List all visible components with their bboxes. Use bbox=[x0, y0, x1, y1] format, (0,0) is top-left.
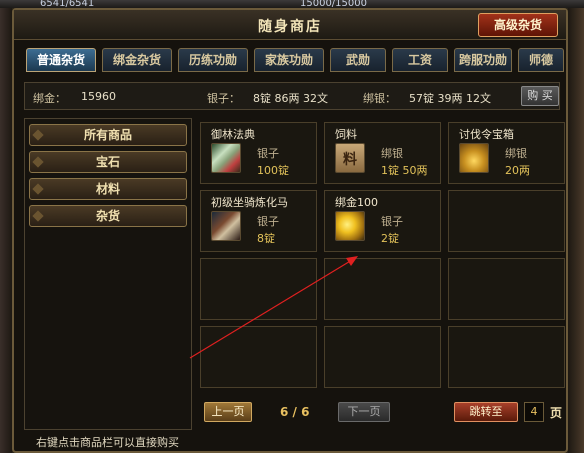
game-top-bar: 6541/6541 15000/15000 bbox=[0, 0, 584, 9]
currency-bar: 绑金： 15960 银子： 8锭 86两 32文 绑银： 57锭 39两 12文… bbox=[24, 82, 560, 110]
game-backdrop-right bbox=[568, 8, 584, 453]
item-currency: 绑银 bbox=[505, 147, 527, 160]
game-backdrop-left bbox=[0, 8, 12, 453]
item-name: 讨伐令宝箱 bbox=[459, 128, 514, 141]
buy-button[interactable]: 购 买 bbox=[521, 86, 559, 106]
tab-mentor-virtue[interactable]: 师德 bbox=[518, 48, 564, 72]
empty-slot[interactable] bbox=[200, 326, 317, 388]
empty-slot[interactable] bbox=[448, 326, 565, 388]
item-currency: 绑银 bbox=[381, 147, 403, 160]
treasure-chest-icon bbox=[459, 143, 489, 173]
item-currency: 银子 bbox=[257, 147, 279, 160]
feed-icon-glyph: 料 bbox=[343, 152, 357, 168]
tab-cross-server-merit[interactable]: 跨服功勋 bbox=[454, 48, 512, 72]
advanced-shop-button[interactable]: 高级杂货 bbox=[478, 13, 558, 37]
item-slot-feed[interactable]: 饲料 料 绑银 1锭 50两 bbox=[324, 122, 441, 184]
item-name: 饲料 bbox=[335, 128, 357, 141]
category-misc[interactable]: 杂货 bbox=[29, 205, 187, 227]
category-gems[interactable]: 宝石 bbox=[29, 151, 187, 173]
tab-general-goods[interactable]: 普通杂货 bbox=[26, 48, 96, 72]
jump-to-page-button[interactable]: 跳转至 bbox=[454, 402, 518, 422]
item-slot-mount-horse[interactable]: 初级坐骑炼化马 银子 8锭 bbox=[200, 190, 317, 252]
item-name: 御林法典 bbox=[211, 128, 255, 141]
empty-slot[interactable] bbox=[200, 258, 317, 320]
page-indicator: 6 / 6 bbox=[280, 405, 310, 419]
silver-label: 银子： bbox=[207, 92, 240, 105]
jump-page-input[interactable]: 4 bbox=[524, 402, 544, 422]
gold-ingot-icon bbox=[335, 211, 365, 241]
item-currency: 银子 bbox=[381, 215, 403, 228]
tab-training-merit[interactable]: 历练功勋 bbox=[178, 48, 248, 72]
item-slot-bound-gold-100[interactable]: 绑金100 银子 2锭 bbox=[324, 190, 441, 252]
empty-slot[interactable] bbox=[324, 258, 441, 320]
bound-silver-label: 绑银： bbox=[363, 92, 396, 105]
category-panel: 所有商品 宝石 材料 杂货 bbox=[24, 118, 192, 430]
item-price: 100锭 bbox=[257, 164, 289, 177]
item-price: 20两 bbox=[505, 164, 530, 177]
page-suffix-label: 页 bbox=[550, 406, 563, 420]
scroll-icon bbox=[211, 143, 241, 173]
item-slot-yulin-fadian[interactable]: 御林法典 银子 100锭 bbox=[200, 122, 317, 184]
item-currency: 银子 bbox=[257, 215, 279, 228]
item-name: 初级坐骑炼化马 bbox=[211, 196, 288, 209]
horse-icon bbox=[211, 211, 241, 241]
title-bar[interactable]: 随身商店 高级杂货 bbox=[14, 10, 566, 40]
item-price: 8锭 bbox=[257, 232, 275, 245]
next-page-button[interactable]: 下一页 bbox=[338, 402, 390, 422]
empty-slot[interactable] bbox=[324, 326, 441, 388]
pagination-bar: 上一页 6 / 6 下一页 跳转至 4 页 bbox=[200, 398, 566, 426]
bound-gold-value: 15960 bbox=[81, 90, 116, 103]
silver-value: 8锭 86两 32文 bbox=[253, 92, 328, 105]
item-slot-treasure-chest[interactable]: 讨伐令宝箱 绑银 20两 bbox=[448, 122, 565, 184]
feed-icon: 料 bbox=[335, 143, 365, 173]
prev-page-button[interactable]: 上一页 bbox=[204, 402, 252, 422]
bound-gold-label: 绑金： bbox=[33, 92, 66, 105]
purchase-hint: 右键点击商品栏可以直接购买 bbox=[36, 436, 179, 449]
shop-window: 随身商店 高级杂货 普通杂货 绑金杂货 历练功勋 家族功勋 武勋 工资 跨服功勋… bbox=[12, 8, 568, 453]
item-grid: 御林法典 银子 100锭 饲料 料 绑银 1锭 50两 讨伐令宝箱 绑银 20两… bbox=[200, 122, 566, 392]
bound-silver-value: 57锭 39两 12文 bbox=[409, 92, 491, 105]
tab-salary[interactable]: 工资 bbox=[392, 48, 448, 72]
category-materials[interactable]: 材料 bbox=[29, 178, 187, 200]
empty-slot[interactable] bbox=[448, 258, 565, 320]
item-name: 绑金100 bbox=[335, 196, 378, 209]
tab-bound-gold-goods[interactable]: 绑金杂货 bbox=[102, 48, 172, 72]
category-all-items[interactable]: 所有商品 bbox=[29, 124, 187, 146]
tab-family-merit[interactable]: 家族功勋 bbox=[254, 48, 324, 72]
tab-martial-merit[interactable]: 武勋 bbox=[330, 48, 386, 72]
item-price: 1锭 50两 bbox=[381, 164, 428, 177]
item-price: 2锭 bbox=[381, 232, 399, 245]
empty-slot[interactable] bbox=[448, 190, 565, 252]
